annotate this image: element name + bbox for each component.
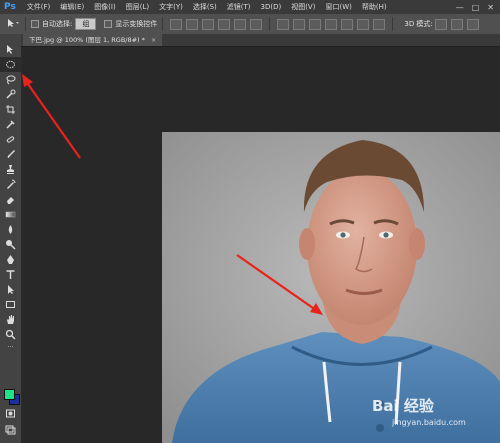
crop-tool-icon[interactable]	[0, 102, 21, 117]
tools-panel: ···	[0, 34, 22, 443]
menu-edit[interactable]: 编辑(E)	[55, 2, 89, 12]
blur-tool-icon[interactable]	[0, 222, 21, 237]
close-tab-icon[interactable]: ×	[151, 36, 156, 44]
quick-selection-tool-icon[interactable]	[0, 87, 21, 102]
menu-layer[interactable]: 图层(L)	[121, 2, 154, 12]
distribute-left-icon[interactable]	[325, 18, 338, 30]
move-tool-preset-icon[interactable]	[6, 18, 20, 30]
path-selection-tool-icon[interactable]	[0, 282, 21, 297]
distribute-right-icon[interactable]	[357, 18, 370, 30]
auto-select-label: 自动选择:	[42, 20, 73, 28]
distribute-bottom-icon[interactable]	[309, 18, 322, 30]
baidu-watermark: Bai 经验	[372, 397, 434, 415]
options-divider	[269, 17, 271, 31]
align-top-icon[interactable]	[170, 18, 183, 30]
options-divider	[162, 17, 164, 31]
distribute-top-icon[interactable]	[277, 18, 290, 30]
move-tool-icon[interactable]	[0, 42, 21, 57]
align-vcenter-icon[interactable]	[186, 18, 199, 30]
align-bottom-icon[interactable]	[202, 18, 215, 30]
type-tool-icon[interactable]	[0, 267, 21, 282]
maximize-button[interactable]: □	[472, 3, 480, 12]
auto-select-dropdown[interactable]: 组	[75, 18, 97, 30]
auto-align-icon[interactable]	[373, 18, 386, 30]
align-left-icon[interactable]	[218, 18, 231, 30]
align-right-icon[interactable]	[250, 18, 263, 30]
menu-3d[interactable]: 3D(D)	[256, 3, 287, 11]
more-tools-icon[interactable]: ···	[0, 342, 21, 352]
options-divider	[25, 17, 26, 31]
show-transform-label: 显示变换控件	[115, 20, 158, 28]
brush-tool-icon[interactable]	[0, 147, 21, 162]
distribute-vcenter-icon[interactable]	[293, 18, 306, 30]
show-transform-checkbox[interactable]	[104, 20, 113, 28]
document-tab-title: 下巴.jpg @ 100% (图层 1, RGB/8#) *	[29, 36, 145, 44]
baidu-watermark-url: jingyan.baidu.com	[392, 418, 466, 427]
dodge-tool-icon[interactable]	[0, 237, 21, 252]
screen-mode-icon[interactable]	[0, 422, 21, 437]
eyedropper-tool-icon[interactable]	[0, 117, 21, 132]
portrait-photo	[162, 132, 500, 443]
menu-view[interactable]: 视图(V)	[286, 2, 320, 12]
3d-mode-label: 3D 模式:	[404, 20, 433, 28]
menu-file[interactable]: 文件(F)	[22, 2, 56, 12]
clone-stamp-tool-icon[interactable]	[0, 162, 21, 177]
auto-select-checkbox[interactable]	[31, 20, 39, 28]
align-hcenter-icon[interactable]	[234, 18, 247, 30]
pen-tool-icon[interactable]	[0, 252, 21, 267]
3d-rotate-icon[interactable]	[434, 18, 447, 30]
minimize-button[interactable]: —	[456, 3, 464, 12]
document-tab[interactable]: 下巴.jpg @ 100% (图层 1, RGB/8#) * ×	[23, 34, 163, 46]
zoom-tool-icon[interactable]	[0, 327, 21, 342]
close-button[interactable]: ✕	[487, 3, 494, 12]
healing-brush-tool-icon[interactable]	[0, 132, 21, 147]
menu-window[interactable]: 窗口(W)	[320, 2, 356, 12]
quick-mask-icon[interactable]	[0, 406, 21, 421]
rectangle-tool-icon[interactable]	[0, 297, 21, 312]
distribute-hcenter-icon[interactable]	[341, 18, 354, 30]
menu-filter[interactable]: 滤镜(T)	[222, 2, 256, 12]
foreground-color-swatch[interactable]	[4, 389, 15, 400]
menu-select[interactable]: 选择(S)	[188, 2, 222, 12]
window-controls: — □ ✕	[456, 0, 500, 14]
eraser-tool-icon[interactable]	[0, 192, 21, 207]
menu-image[interactable]: 图像(I)	[89, 2, 121, 12]
options-bar: 自动选择: 组 显示变换控件 3D 模式:	[0, 14, 500, 35]
lasso-tool-icon[interactable]	[0, 72, 21, 87]
hand-tool-icon[interactable]	[0, 312, 21, 327]
3d-roll-icon[interactable]	[450, 18, 463, 30]
options-divider	[392, 17, 394, 31]
menu-type[interactable]: 文字(Y)	[154, 2, 188, 12]
document-tab-bar: 下巴.jpg @ 100% (图层 1, RGB/8#) * ×	[21, 34, 500, 47]
menu-bar: Ps 文件(F) 编辑(E) 图像(I) 图层(L) 文字(Y) 选择(S) 滤…	[0, 0, 500, 14]
elliptical-marquee-tool-icon[interactable]	[0, 57, 21, 72]
photoshop-logo: Ps	[4, 2, 16, 12]
gradient-tool-icon[interactable]	[0, 207, 21, 222]
menu-help[interactable]: 帮助(H)	[357, 2, 392, 12]
history-brush-tool-icon[interactable]	[0, 177, 21, 192]
3d-drag-icon[interactable]	[466, 18, 479, 30]
